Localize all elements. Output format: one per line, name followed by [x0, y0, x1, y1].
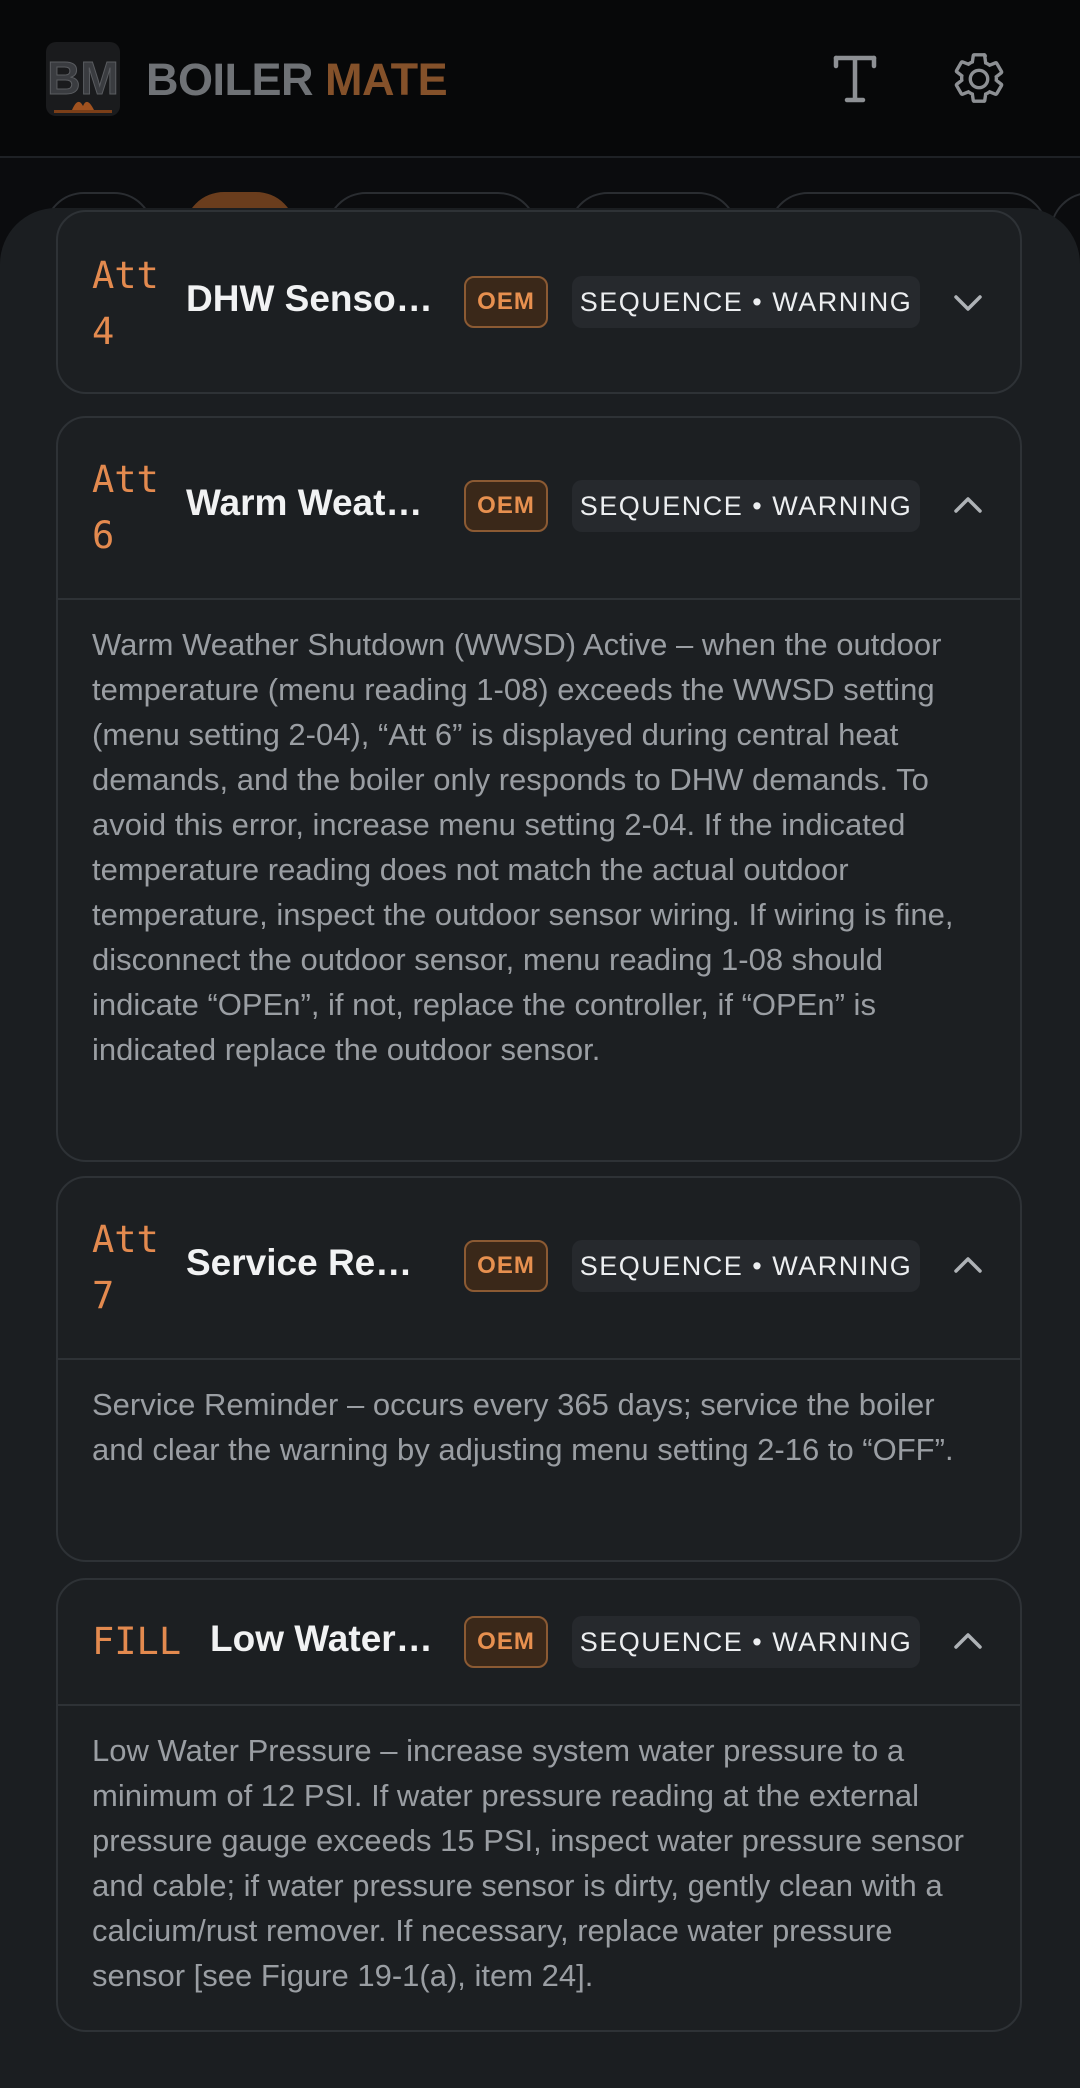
category-tag: SEQUENCE • WARNING [572, 480, 920, 532]
error-title: Warm Weath… [186, 482, 440, 523]
chevron-down-icon[interactable] [950, 284, 986, 320]
error-code: Att 7 [92, 1218, 159, 1317]
chevron-up-icon[interactable] [950, 1624, 986, 1660]
card-header[interactable]: Att 7 Service Rem… OEM SEQUENCE • WARNIN… [58, 1178, 1020, 1358]
category-tag: SEQUENCE • WARNING [572, 1240, 920, 1292]
error-title: Service Rem… [186, 1242, 440, 1283]
error-description: Service Reminder – occurs every 365 days… [92, 1387, 954, 1467]
brand-word-mate: MATE [325, 54, 448, 105]
error-card-att7[interactable]: Att 7 Service Rem… OEM SEQUENCE • WARNIN… [56, 1176, 1022, 1562]
oem-badge: OEM [464, 1240, 548, 1292]
error-card-att6[interactable]: Att 6 Warm Weath… OEM SEQUENCE • WARNING… [56, 416, 1022, 1162]
chevron-up-icon[interactable] [950, 1248, 986, 1284]
filter-chip[interactable] [1050, 192, 1080, 218]
card-header[interactable]: Att 4 DHW Sensor… OEM SEQUENCE • WARNING [58, 212, 1020, 392]
error-description: Warm Weather Shutdown (WWSD) Active – wh… [92, 627, 954, 1067]
error-code: Att 4 [92, 254, 159, 353]
error-description: Low Water Pressure – increase system wat… [92, 1733, 964, 1993]
boiler-mate-logo: BM [46, 42, 120, 116]
card-header[interactable]: FILL Low Water … OEM SEQUENCE • WARNING [58, 1580, 1020, 1704]
error-code: Att 6 [92, 458, 159, 557]
error-title: DHW Sensor… [186, 278, 440, 319]
category-tag: SEQUENCE • WARNING [572, 276, 920, 328]
oem-badge: OEM [464, 480, 548, 532]
gear-icon[interactable] [950, 50, 1008, 108]
error-title: Low Water … [210, 1618, 440, 1659]
brand-word-boiler: BOILER [146, 54, 314, 105]
error-card-fill[interactable]: FILL Low Water … OEM SEQUENCE • WARNING … [56, 1578, 1022, 2032]
text-size-icon[interactable] [826, 50, 884, 108]
category-tag: SEQUENCE • WARNING [572, 1616, 920, 1668]
logo-monogram: BM [47, 52, 119, 104]
app-header: BM BOILER MATE [0, 0, 1080, 158]
error-code: FILL [92, 1620, 182, 1663]
app-brand: BOILER MATE [146, 54, 448, 106]
oem-badge: OEM [464, 276, 548, 328]
error-card-att4[interactable]: Att 4 DHW Sensor… OEM SEQUENCE • WARNING [56, 210, 1022, 394]
error-code-sheet: Att 4 DHW Sensor… OEM SEQUENCE • WARNING… [0, 208, 1080, 2088]
card-header[interactable]: Att 6 Warm Weath… OEM SEQUENCE • WARNING [58, 418, 1020, 598]
chevron-up-icon[interactable] [950, 488, 986, 524]
oem-badge: OEM [464, 1616, 548, 1668]
